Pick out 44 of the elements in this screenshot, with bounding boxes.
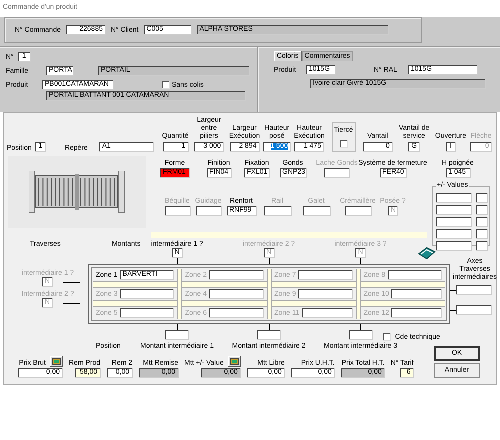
text-field[interactable] xyxy=(476,229,488,239)
text-field[interactable] xyxy=(120,289,174,299)
text-field[interactable] xyxy=(302,308,353,318)
text-field[interactable] xyxy=(436,229,472,239)
text-field[interactable] xyxy=(436,241,472,251)
text-field[interactable] xyxy=(476,205,488,215)
text-field[interactable] xyxy=(391,308,442,318)
text-field[interactable] xyxy=(298,270,353,280)
tool-button[interactable] xyxy=(50,356,63,367)
text-field[interactable] xyxy=(209,270,264,280)
checkbox[interactable] xyxy=(340,140,348,148)
connector-line xyxy=(268,258,270,264)
text-field[interactable] xyxy=(476,241,488,251)
book-icon[interactable] xyxy=(418,246,436,260)
text-field[interactable] xyxy=(456,285,492,295)
card-icon xyxy=(230,358,239,365)
text-field[interactable] xyxy=(391,289,442,299)
text-field[interactable] xyxy=(436,205,472,215)
card-icon xyxy=(52,358,61,365)
text-field[interactable] xyxy=(165,330,190,340)
text-field[interactable] xyxy=(388,270,442,280)
checkbox[interactable] xyxy=(162,81,170,89)
text-field[interactable] xyxy=(120,308,174,318)
text-field[interactable] xyxy=(298,289,353,299)
connector-line xyxy=(360,258,362,264)
connector-line xyxy=(176,258,178,264)
text-field[interactable] xyxy=(436,217,472,227)
text-field[interactable] xyxy=(209,289,264,299)
text-field[interactable] xyxy=(348,330,373,340)
text-field[interactable] xyxy=(257,330,281,340)
text-field[interactable] xyxy=(209,308,264,318)
connector-line xyxy=(176,324,178,330)
montant-bar xyxy=(356,269,361,319)
text-field[interactable] xyxy=(476,217,488,227)
montant-bar xyxy=(266,269,272,319)
tool-button[interactable] xyxy=(228,356,241,367)
text-field[interactable] xyxy=(456,305,492,315)
text-field[interactable] xyxy=(476,193,488,203)
text-field[interactable] xyxy=(436,193,472,203)
connector-line xyxy=(63,302,80,304)
connector-line xyxy=(360,324,362,330)
checkbox[interactable] xyxy=(383,333,392,341)
montant-bar xyxy=(177,269,182,319)
connector-line xyxy=(268,324,270,330)
